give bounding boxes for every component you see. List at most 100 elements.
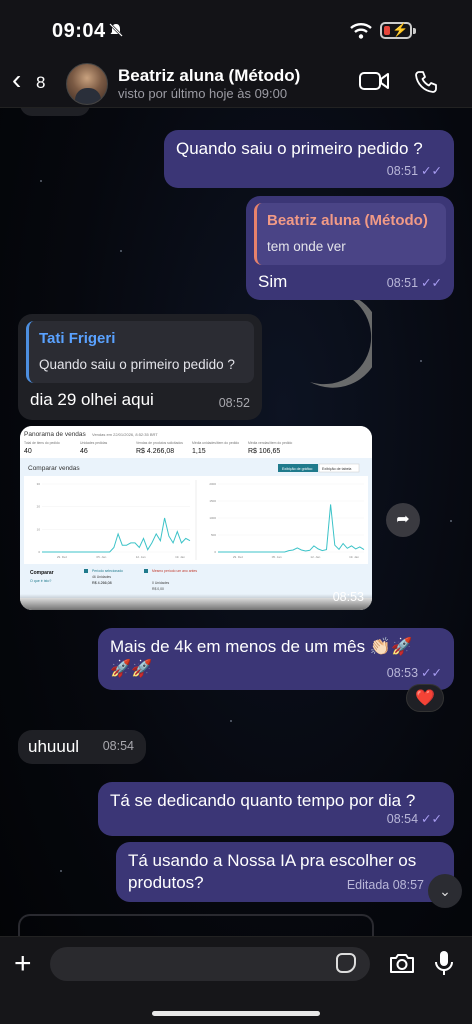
legend-selected-units: 46 Unidades — [92, 575, 111, 579]
legend-prev: Mesmo período um ano antes — [152, 569, 197, 573]
reply-quote[interactable]: Tati Frigeri Quando saiu o primeiro pedi… — [26, 321, 254, 383]
y-tick-label: 30 — [37, 482, 41, 486]
x-tick-label: 19. Jan — [175, 555, 185, 559]
message-bubble[interactable]: Tá usando a Nossa IA pra escolher os pro… — [116, 842, 454, 902]
y-tick-label: 1500 — [209, 499, 216, 503]
message-bubble[interactable]: Tati Frigeri Quando saiu o primeiro pedi… — [18, 314, 262, 420]
tab-table-label: Exibição de tabela — [322, 467, 351, 471]
back-chevron-icon[interactable]: ‹ — [12, 66, 21, 94]
legend-selected: Período selecionado — [92, 569, 123, 573]
y-tick-label: 2000 — [209, 482, 216, 486]
y-tick-label: 1000 — [209, 516, 216, 520]
camera-icon[interactable] — [388, 951, 416, 975]
message-meta: Editada 08:57 — [347, 874, 424, 896]
message-time: 08:52 — [218, 396, 250, 410]
x-tick-label: 05. Jan — [96, 555, 106, 559]
reply-quote-name: Tati Frigeri — [39, 330, 116, 347]
read-ticks-icon: ✓✓ — [421, 164, 442, 178]
x-tick-label: 19. Jan — [349, 555, 359, 559]
home-indicator — [152, 1011, 320, 1016]
y-tick-label: 500 — [211, 533, 216, 537]
reply-quote-name: Beatriz aluna (Método) — [267, 212, 428, 229]
message-time: 08:54 — [386, 812, 419, 826]
scroll-down-button[interactable]: ⌄ — [428, 874, 462, 908]
message-list[interactable]: Quando saiu o primeiro pedido ? 08:51 ✓✓ … — [0, 108, 472, 936]
previous-message-fragment — [20, 108, 90, 116]
message-bubble[interactable]: Mais de 4k em menos de um mês 👏🏻🚀🚀🚀 08:5… — [98, 628, 454, 690]
kpi-label: Vendas de produtos solicitados — [136, 441, 183, 445]
kpi-value: R$ 106,65 — [248, 448, 280, 455]
message-meta: 08:51 ✓✓ — [387, 160, 442, 182]
message-time: 08:54 — [102, 739, 134, 753]
microphone-icon[interactable] — [434, 949, 454, 977]
legend-selected-sales: R$ 4.266,08 — [92, 581, 112, 585]
reaction-badge[interactable]: ❤️ — [406, 684, 444, 712]
image-message[interactable]: Panorama de vendas Vendas em 22/01/2026,… — [20, 426, 372, 610]
kpi-label: Média vendas/item do pedido — [248, 441, 292, 445]
x-tick-label: 12. Jan — [310, 555, 320, 559]
message-bubble[interactable]: uhuuul 08:54 — [18, 730, 146, 764]
x-tick-label: 29. Dez — [57, 555, 68, 559]
chat-header: 09:04 ⚡ ‹ 8 Beatriz aluna (Método) visto… — [0, 0, 472, 108]
message-text: Mais de 4k em menos de um mês 👏🏻🚀🚀🚀 — [110, 637, 413, 678]
message-meta: 08:52 — [219, 392, 250, 414]
compare-label: Comparar — [30, 570, 54, 576]
bell-muted-icon — [108, 22, 124, 42]
kpi-value: R$ 4.266,08 — [136, 448, 174, 455]
next-message-fragment — [18, 914, 374, 936]
message-meta: 08:54 ✓✓ — [387, 808, 442, 830]
video-call-icon[interactable] — [358, 70, 390, 92]
read-ticks-icon: ✓✓ — [421, 276, 442, 290]
read-ticks-icon: ✓✓ — [421, 812, 442, 826]
kpi-label: Média unidades/item do pedido — [192, 441, 239, 445]
message-bubble[interactable]: Tá se dedicando quanto tempo por dia ? 0… — [98, 782, 454, 836]
attach-plus-icon[interactable]: + — [14, 949, 32, 979]
y-tick-label: 20 — [37, 505, 41, 509]
analytics-screenshot: Panorama de vendas Vendas em 22/01/2026,… — [20, 426, 372, 610]
message-bubble[interactable]: Quando saiu o primeiro pedido ? 08:51 ✓✓ — [164, 130, 454, 188]
wifi-icon — [350, 23, 372, 39]
forward-button[interactable]: ➦ — [386, 503, 420, 537]
contact-name[interactable]: Beatriz aluna (Método) — [118, 66, 300, 86]
compare-title: Comparar vendas — [28, 465, 80, 472]
message-time: 08:51 — [386, 164, 419, 178]
avatar[interactable] — [66, 63, 108, 105]
battery-tip — [413, 28, 416, 34]
status-time: 09:04 — [52, 20, 106, 42]
y-tick-label: 10 — [37, 527, 41, 531]
message-meta: 08:51 ✓✓ — [387, 272, 442, 294]
kpi-label: Unidades pedidas — [80, 441, 107, 445]
x-tick-label: 12. Jan — [136, 555, 146, 559]
shot-subtitle: Vendas em 22/01/2026, 8:52:35 BRT — [92, 432, 158, 437]
message-time: 08:53 — [386, 666, 419, 680]
status-bar: 09:04 ⚡ — [0, 18, 472, 46]
reply-quote[interactable]: Beatriz aluna (Método) tem onde ver — [254, 203, 446, 265]
legend-prev-units: 0 Unidades — [152, 581, 169, 585]
message-meta: 08:53 ✓✓ — [387, 662, 442, 684]
x-tick-label: 29. Dez — [233, 555, 244, 559]
message-bubble[interactable]: Beatriz aluna (Método) tem onde ver Sim … — [246, 196, 454, 300]
message-time: 08:51 — [386, 276, 419, 290]
read-ticks-icon: ✓✓ — [421, 666, 442, 680]
kpi-value: 40 — [24, 448, 32, 455]
message-time: Editada 08:57 — [346, 878, 424, 892]
legend-prev-sales: R$ 0,00 — [152, 587, 164, 591]
compare-link: O que é isto? — [30, 579, 51, 583]
reply-quote-text: Quando saiu o primeiro pedido ? — [39, 357, 235, 372]
kpi-value: 46 — [80, 448, 88, 455]
x-tick-label: 05. Jan — [272, 555, 282, 559]
sticker-icon[interactable] — [336, 953, 356, 973]
last-seen: visto por último hoje às 09:00 — [118, 86, 288, 101]
message-input[interactable] — [50, 947, 370, 981]
composer-bar: + — [0, 936, 472, 1024]
message-meta: 08:54 — [103, 735, 134, 757]
message-time: 08:53 — [332, 590, 364, 604]
kpi-label: Total de itens do pedido — [24, 441, 60, 445]
tab-graph-label: Exibição de gráfico — [282, 467, 312, 471]
reply-quote-text: tem onde ver — [267, 239, 346, 254]
unread-count[interactable]: 8 — [36, 73, 45, 93]
battery-icon: ⚡ — [380, 22, 412, 39]
message-text: Quando saiu o primeiro pedido ? — [176, 139, 423, 158]
phone-call-icon[interactable] — [414, 70, 438, 94]
kpi-value: 1,15 — [192, 448, 206, 455]
